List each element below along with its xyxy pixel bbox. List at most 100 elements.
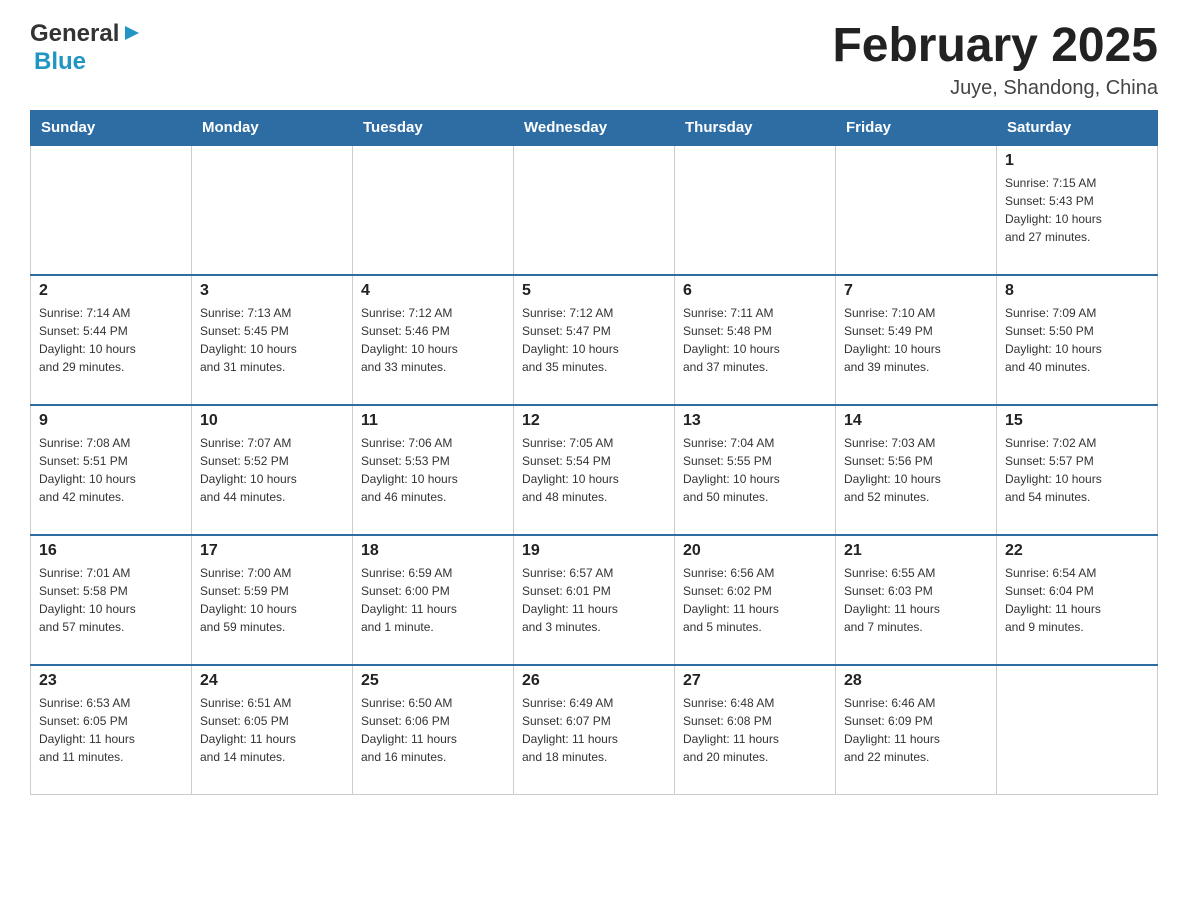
calendar-cell: 15 Sunrise: 7:02 AM Sunset: 5:57 PM Dayli… [997, 405, 1158, 535]
calendar-cell: 12 Sunrise: 7:05 AM Sunset: 5:54 PM Dayli… [514, 405, 675, 535]
day-number: 6 [683, 282, 827, 300]
day-number: 28 [844, 672, 988, 690]
day-number: 15 [1005, 412, 1149, 430]
week-row-1: 1 Sunrise: 7:15 AM Sunset: 5:43 PM Daylig… [31, 145, 1158, 275]
day-number: 9 [39, 412, 183, 430]
day-info: Sunrise: 7:02 AM Sunset: 5:57 PM Dayligh… [1005, 434, 1149, 506]
calendar-cell: 9 Sunrise: 7:08 AM Sunset: 5:51 PM Daylig… [31, 405, 192, 535]
week-row-3: 9 Sunrise: 7:08 AM Sunset: 5:51 PM Daylig… [31, 405, 1158, 535]
calendar-cell: 11 Sunrise: 7:06 AM Sunset: 5:53 PM Dayli… [353, 405, 514, 535]
day-info: Sunrise: 7:12 AM Sunset: 5:47 PM Dayligh… [522, 304, 666, 376]
calendar-cell: 16 Sunrise: 7:01 AM Sunset: 5:58 PM Dayli… [31, 535, 192, 665]
day-number: 4 [361, 282, 505, 300]
calendar-cell [31, 145, 192, 275]
day-number: 5 [522, 282, 666, 300]
day-number: 17 [200, 542, 344, 560]
day-info: Sunrise: 7:08 AM Sunset: 5:51 PM Dayligh… [39, 434, 183, 506]
day-info: Sunrise: 6:59 AM Sunset: 6:00 PM Dayligh… [361, 564, 505, 636]
day-number: 7 [844, 282, 988, 300]
calendar-subtitle: Juye, Shandong, China [832, 77, 1158, 100]
calendar-cell: 17 Sunrise: 7:00 AM Sunset: 5:59 PM Dayli… [192, 535, 353, 665]
calendar-cell: 28 Sunrise: 6:46 AM Sunset: 6:09 PM Dayli… [836, 665, 997, 795]
day-number: 20 [683, 542, 827, 560]
header-friday: Friday [836, 110, 997, 145]
calendar-cell: 14Sunrise: 7:03 AM Sunset: 5:56 PM Dayli… [836, 405, 997, 535]
week-row-4: 16 Sunrise: 7:01 AM Sunset: 5:58 PM Dayli… [31, 535, 1158, 665]
day-number: 27 [683, 672, 827, 690]
day-number: 8 [1005, 282, 1149, 300]
header-saturday: Saturday [997, 110, 1158, 145]
day-info: Sunrise: 7:11 AM Sunset: 5:48 PM Dayligh… [683, 304, 827, 376]
day-number: 16 [39, 542, 183, 560]
day-info: Sunrise: 7:14 AM Sunset: 5:44 PM Dayligh… [39, 304, 183, 376]
calendar-cell: 4 Sunrise: 7:12 AM Sunset: 5:46 PM Daylig… [353, 275, 514, 405]
day-info: Sunrise: 7:01 AM Sunset: 5:58 PM Dayligh… [39, 564, 183, 636]
day-info: Sunrise: 7:00 AM Sunset: 5:59 PM Dayligh… [200, 564, 344, 636]
calendar-title: February 2025 [832, 20, 1158, 73]
calendar-header-row: SundayMondayTuesdayWednesdayThursdayFrid… [31, 110, 1158, 145]
day-info: Sunrise: 7:05 AM Sunset: 5:54 PM Dayligh… [522, 434, 666, 506]
calendar-table: SundayMondayTuesdayWednesdayThursdayFrid… [30, 110, 1158, 796]
calendar-cell: 19Sunrise: 6:57 AM Sunset: 6:01 PM Dayli… [514, 535, 675, 665]
logo-general-text: General [30, 20, 119, 48]
day-number: 19 [522, 542, 666, 560]
day-info: Sunrise: 6:48 AM Sunset: 6:08 PM Dayligh… [683, 694, 827, 766]
calendar-cell: 3 Sunrise: 7:13 AM Sunset: 5:45 PM Daylig… [192, 275, 353, 405]
page-header: General Blue February 2025 Juye, Shandon… [30, 20, 1158, 100]
calendar-cell: 6 Sunrise: 7:11 AM Sunset: 5:48 PM Daylig… [675, 275, 836, 405]
day-info: Sunrise: 6:53 AM Sunset: 6:05 PM Dayligh… [39, 694, 183, 766]
logo-arrow-icon [121, 22, 143, 44]
calendar-cell: 27 Sunrise: 6:48 AM Sunset: 6:08 PM Dayli… [675, 665, 836, 795]
day-info: Sunrise: 7:07 AM Sunset: 5:52 PM Dayligh… [200, 434, 344, 506]
day-info: Sunrise: 7:04 AM Sunset: 5:55 PM Dayligh… [683, 434, 827, 506]
calendar-cell: 22 Sunrise: 6:54 AM Sunset: 6:04 PM Dayli… [997, 535, 1158, 665]
day-number: 18 [361, 542, 505, 560]
calendar-cell: 21Sunrise: 6:55 AM Sunset: 6:03 PM Dayli… [836, 535, 997, 665]
calendar-cell: 8 Sunrise: 7:09 AM Sunset: 5:50 PM Daylig… [997, 275, 1158, 405]
week-row-2: 2Sunrise: 7:14 AM Sunset: 5:44 PM Daylig… [31, 275, 1158, 405]
header-wednesday: Wednesday [514, 110, 675, 145]
day-info: Sunrise: 7:03 AM Sunset: 5:56 PM Dayligh… [844, 434, 988, 506]
day-number: 3 [200, 282, 344, 300]
logo: General Blue [30, 20, 143, 76]
day-info: Sunrise: 6:51 AM Sunset: 6:05 PM Dayligh… [200, 694, 344, 766]
day-info: Sunrise: 7:09 AM Sunset: 5:50 PM Dayligh… [1005, 304, 1149, 376]
day-info: Sunrise: 6:49 AM Sunset: 6:07 PM Dayligh… [522, 694, 666, 766]
day-number: 12 [522, 412, 666, 430]
calendar-cell [675, 145, 836, 275]
calendar-cell: 26 Sunrise: 6:49 AM Sunset: 6:07 PM Dayli… [514, 665, 675, 795]
week-row-5: 23Sunrise: 6:53 AM Sunset: 6:05 PM Dayli… [31, 665, 1158, 795]
day-info: Sunrise: 7:13 AM Sunset: 5:45 PM Dayligh… [200, 304, 344, 376]
day-info: Sunrise: 6:56 AM Sunset: 6:02 PM Dayligh… [683, 564, 827, 636]
calendar-cell: 7Sunrise: 7:10 AM Sunset: 5:49 PM Daylig… [836, 275, 997, 405]
day-number: 22 [1005, 542, 1149, 560]
day-info: Sunrise: 6:55 AM Sunset: 6:03 PM Dayligh… [844, 564, 988, 636]
calendar-cell: 18 Sunrise: 6:59 AM Sunset: 6:00 PM Dayli… [353, 535, 514, 665]
title-section: February 2025 Juye, Shandong, China [832, 20, 1158, 100]
day-info: Sunrise: 7:06 AM Sunset: 5:53 PM Dayligh… [361, 434, 505, 506]
calendar-cell: 23Sunrise: 6:53 AM Sunset: 6:05 PM Dayli… [31, 665, 192, 795]
day-info: Sunrise: 6:46 AM Sunset: 6:09 PM Dayligh… [844, 694, 988, 766]
header-monday: Monday [192, 110, 353, 145]
day-info: Sunrise: 6:50 AM Sunset: 6:06 PM Dayligh… [361, 694, 505, 766]
day-info: Sunrise: 6:54 AM Sunset: 6:04 PM Dayligh… [1005, 564, 1149, 636]
calendar-cell: 2Sunrise: 7:14 AM Sunset: 5:44 PM Daylig… [31, 275, 192, 405]
calendar-cell: 10 Sunrise: 7:07 AM Sunset: 5:52 PM Dayli… [192, 405, 353, 535]
logo-blue-text: Blue [34, 48, 86, 76]
header-tuesday: Tuesday [353, 110, 514, 145]
day-info: Sunrise: 7:12 AM Sunset: 5:46 PM Dayligh… [361, 304, 505, 376]
day-number: 13 [683, 412, 827, 430]
calendar-cell: 25Sunrise: 6:50 AM Sunset: 6:06 PM Dayli… [353, 665, 514, 795]
day-number: 10 [200, 412, 344, 430]
day-number: 26 [522, 672, 666, 690]
calendar-cell: 5 Sunrise: 7:12 AM Sunset: 5:47 PM Daylig… [514, 275, 675, 405]
day-number: 1 [1005, 152, 1149, 170]
day-info: Sunrise: 7:15 AM Sunset: 5:43 PM Dayligh… [1005, 174, 1149, 246]
day-number: 24 [200, 672, 344, 690]
calendar-cell: 13 Sunrise: 7:04 AM Sunset: 5:55 PM Dayli… [675, 405, 836, 535]
day-number: 11 [361, 412, 505, 430]
calendar-cell [836, 145, 997, 275]
calendar-cell: 20 Sunrise: 6:56 AM Sunset: 6:02 PM Dayli… [675, 535, 836, 665]
header-thursday: Thursday [675, 110, 836, 145]
header-sunday: Sunday [31, 110, 192, 145]
